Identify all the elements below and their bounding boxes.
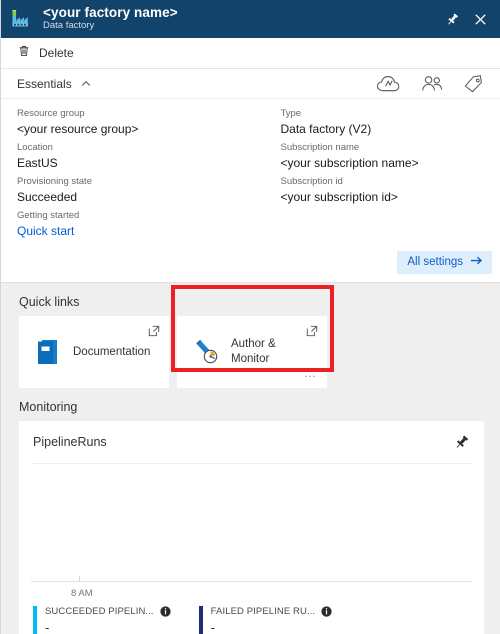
chart-x-axis [31, 581, 472, 582]
data-factory-blade: <your factory name> Data factory Delete … [0, 0, 500, 634]
field-subscription-id: Subscription id <your subscription id> [281, 175, 500, 205]
info-icon[interactable] [160, 606, 171, 617]
book-icon [33, 337, 63, 367]
field-value: <your subscription id> [280, 190, 398, 204]
field-value: EastUS [17, 156, 58, 170]
field-label: Location [17, 142, 53, 153]
all-settings-button[interactable]: All settings [397, 251, 492, 274]
legend-name-row: SUCCEEDED PIPELIN... [45, 606, 171, 617]
field-getting-started: Getting started Quick start [17, 209, 251, 239]
field-label: Getting started [17, 210, 80, 221]
pin-icon[interactable] [443, 10, 461, 28]
pipeline-runs-title: PipelineRuns [33, 435, 107, 449]
chart-x-tick-label: 8 AM [71, 588, 93, 599]
info-icon[interactable] [321, 606, 332, 617]
legend-label: FAILED PIPELINE RU... [210, 606, 316, 617]
field-subscription-name: Subscription name <your subscription nam… [281, 141, 500, 171]
legend-texts: FAILED PIPELINE RU... - [211, 606, 333, 634]
tile-more-options[interactable]: ... [304, 367, 316, 379]
close-icon[interactable] [471, 10, 489, 28]
blade-titlebar: <your factory name> Data factory [1, 0, 500, 38]
essentials-label: Essentials [17, 76, 72, 91]
legend-swatch [33, 606, 37, 634]
titlebar-actions [443, 10, 492, 28]
field-resource-group: Resource group <your resource group> [17, 107, 251, 137]
all-settings-row: All settings [1, 247, 500, 282]
legend-name-row: FAILED PIPELINE RU... [211, 606, 333, 617]
cloud-icon[interactable] [376, 74, 402, 94]
essentials-body: Resource group <your resource group> Loc… [1, 99, 500, 247]
users-icon[interactable] [420, 74, 444, 93]
quick-links-section: Quick links Documentation Author & Monit… [1, 283, 500, 388]
chevron-up-icon[interactable] [80, 78, 92, 90]
field-label: Provisioning state [17, 176, 92, 187]
legend-texts: SUCCEEDED PIPELIN... - [45, 606, 171, 634]
field-value: <your subscription name> [280, 156, 419, 170]
tile-documentation[interactable]: Documentation [19, 316, 169, 388]
trash-icon [17, 44, 31, 63]
page-title: <your factory name> [43, 4, 178, 20]
pencil-gauge-icon [191, 337, 221, 367]
quick-start-link[interactable]: Quick start [17, 223, 251, 239]
blade-title-block: <your factory name> Data factory [43, 4, 443, 32]
monitoring-section: Monitoring PipelineRuns 8 AM SUCCEEDED P… [1, 388, 500, 634]
command-bar: Delete [1, 38, 500, 69]
legend-swatch [198, 606, 203, 634]
delete-button[interactable]: Delete [17, 44, 74, 63]
legend-item-failed[interactable]: FAILED PIPELINE RU... - [198, 606, 361, 634]
essentials-icon-group [376, 74, 488, 94]
legend-item-succeeded[interactable]: SUCCEEDED PIPELIN... - [33, 606, 199, 634]
field-location: Location EastUS [17, 141, 251, 171]
field-value: <your resource group> [17, 122, 139, 136]
legend-value: - [210, 620, 215, 634]
essentials-header: Essentials [1, 69, 500, 99]
external-link-icon[interactable] [306, 324, 318, 342]
legend-value: - [45, 620, 50, 634]
field-provisioning-state: Provisioning state Succeeded [17, 175, 251, 205]
field-label: Resource group [17, 108, 85, 119]
arrow-right-icon [470, 255, 483, 269]
field-label: Subscription name [280, 142, 360, 153]
field-label: Subscription id [280, 176, 343, 187]
field-value: Succeeded [17, 190, 78, 204]
field-label: Type [280, 108, 302, 119]
essentials-panel: Essentials Resource group <your resource… [1, 69, 500, 283]
tile-label: Author & Monitor [231, 338, 276, 365]
all-settings-label: All settings [407, 256, 463, 268]
pipeline-runs-card: PipelineRuns 8 AM SUCCEEDED PIPELIN... -… [19, 421, 484, 634]
quick-links-tiles: Documentation Author & Monitor ... [19, 316, 484, 388]
tile-author-and-monitor[interactable]: Author & Monitor ... [177, 316, 327, 388]
monitoring-title: Monitoring [19, 400, 78, 414]
factory-icon [10, 7, 34, 31]
legend-label: SUCCEEDED PIPELIN... [45, 606, 154, 617]
tile-label: Documentation [73, 345, 151, 358]
delete-label: Delete [39, 46, 74, 60]
tag-icon[interactable] [462, 74, 484, 94]
pipeline-runs-chart: 8 AM [31, 464, 472, 599]
pipeline-runs-header: PipelineRuns [19, 421, 484, 463]
essentials-right-column: Type Data factory (V2) Subscription name… [251, 107, 500, 243]
quick-links-title: Quick links [19, 295, 80, 309]
field-type: Type Data factory (V2) [281, 107, 500, 137]
field-value: Data factory (V2) [280, 122, 372, 136]
chart-x-tick [79, 576, 80, 581]
external-link-icon[interactable] [148, 324, 160, 342]
pin-icon[interactable] [453, 434, 470, 451]
page-subtitle: Data factory [43, 20, 95, 32]
essentials-left-column: Resource group <your resource group> Loc… [1, 107, 251, 243]
